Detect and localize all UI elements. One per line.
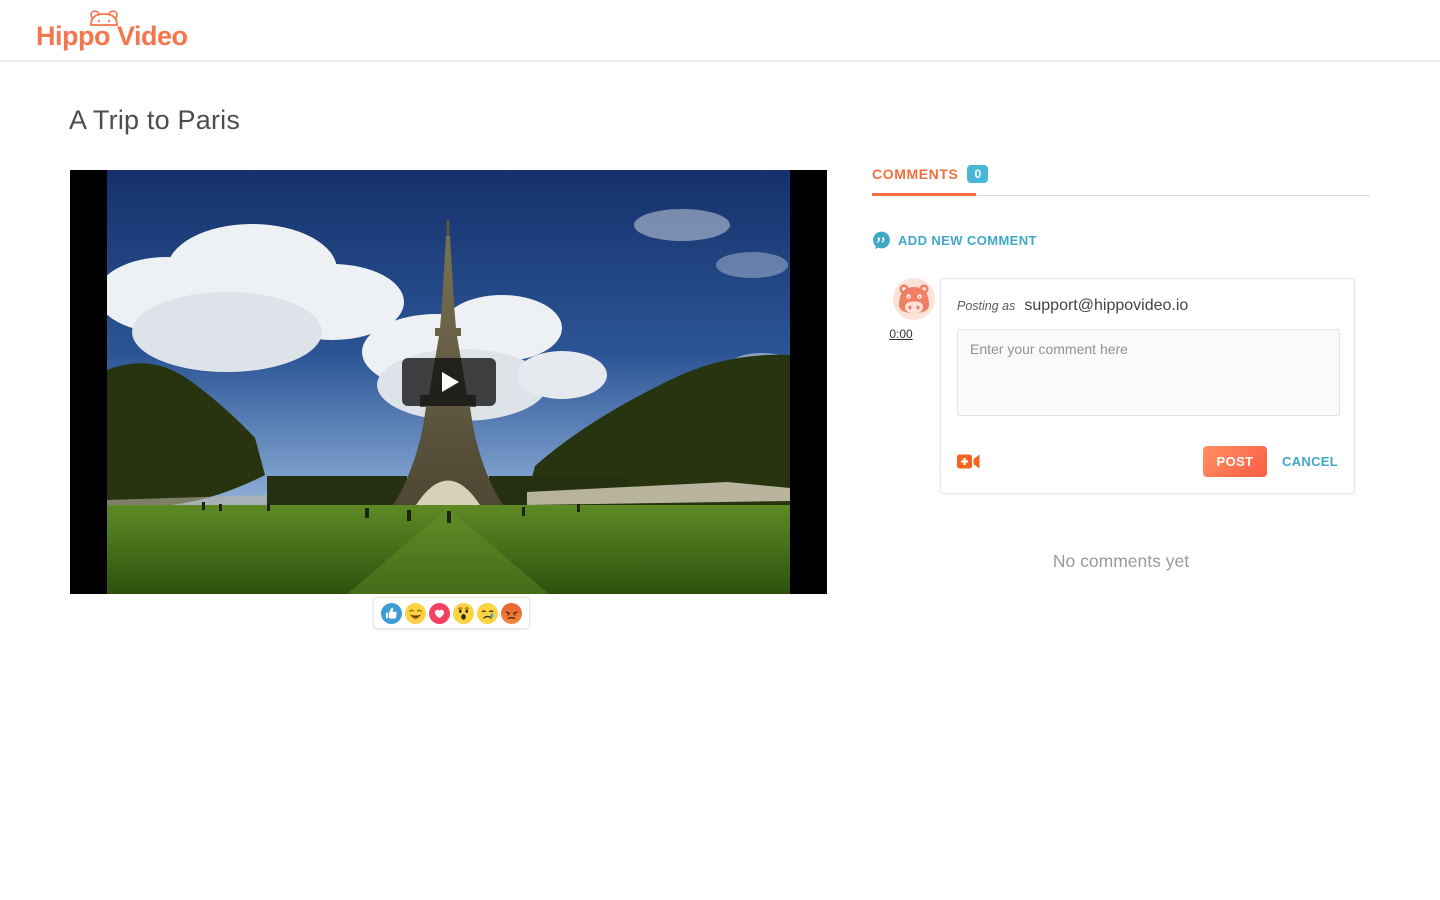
video-player[interactable] (70, 170, 827, 594)
hippo-avatar-icon (897, 283, 931, 315)
posting-as-email: support@hippovideo.io (1024, 297, 1188, 315)
logo-text: Hippo Video (36, 21, 188, 52)
reaction-wow-icon[interactable] (453, 603, 474, 624)
avatar (893, 278, 935, 320)
record-video-comment-button[interactable] (957, 453, 980, 470)
reaction-haha-icon[interactable] (405, 603, 426, 624)
tab-comments[interactable]: COMMENTS 0 (872, 165, 988, 183)
video-camera-plus-icon (957, 453, 980, 470)
comment-timestamp-link[interactable]: 0:00 (889, 327, 912, 341)
no-comments-message: No comments yet (872, 551, 1370, 572)
reaction-love-icon[interactable] (429, 603, 450, 624)
reactions-bar (373, 597, 530, 629)
play-button[interactable] (402, 358, 496, 406)
page: Hippo Video A Trip to Paris (0, 0, 1440, 900)
reaction-like-icon[interactable] (381, 603, 402, 624)
compose-avatar-column: 0:00 (872, 278, 940, 494)
cancel-button[interactable]: CANCEL (1282, 454, 1338, 469)
reaction-angry-icon[interactable] (501, 603, 522, 624)
comment-compose-card: Posting as support@hippovideo.io P (940, 278, 1355, 494)
comment-compose: 0:00 Posting as support@hippovideo.io (872, 278, 1370, 494)
add-new-comment-label: ADD NEW COMMENT (898, 233, 1037, 248)
comment-input[interactable] (957, 329, 1340, 416)
reaction-sad-icon[interactable] (477, 603, 498, 624)
posting-as-row: Posting as support@hippovideo.io (957, 297, 1338, 315)
posting-as-label: Posting as (957, 299, 1015, 313)
tab-active-underline (872, 193, 976, 196)
app-header: Hippo Video (0, 0, 1440, 62)
comments-tab-label: COMMENTS (872, 166, 958, 182)
comment-bubble-icon (872, 231, 891, 250)
hippo-video-logo[interactable]: Hippo Video (36, 8, 188, 58)
compose-actions-row: POST CANCEL (957, 446, 1338, 477)
add-new-comment-button[interactable]: ADD NEW COMMENT (872, 231, 1037, 250)
play-icon (442, 372, 459, 392)
comments-count-badge: 0 (967, 165, 988, 183)
page-title: A Trip to Paris (69, 105, 240, 136)
post-button[interactable]: POST (1203, 446, 1267, 477)
